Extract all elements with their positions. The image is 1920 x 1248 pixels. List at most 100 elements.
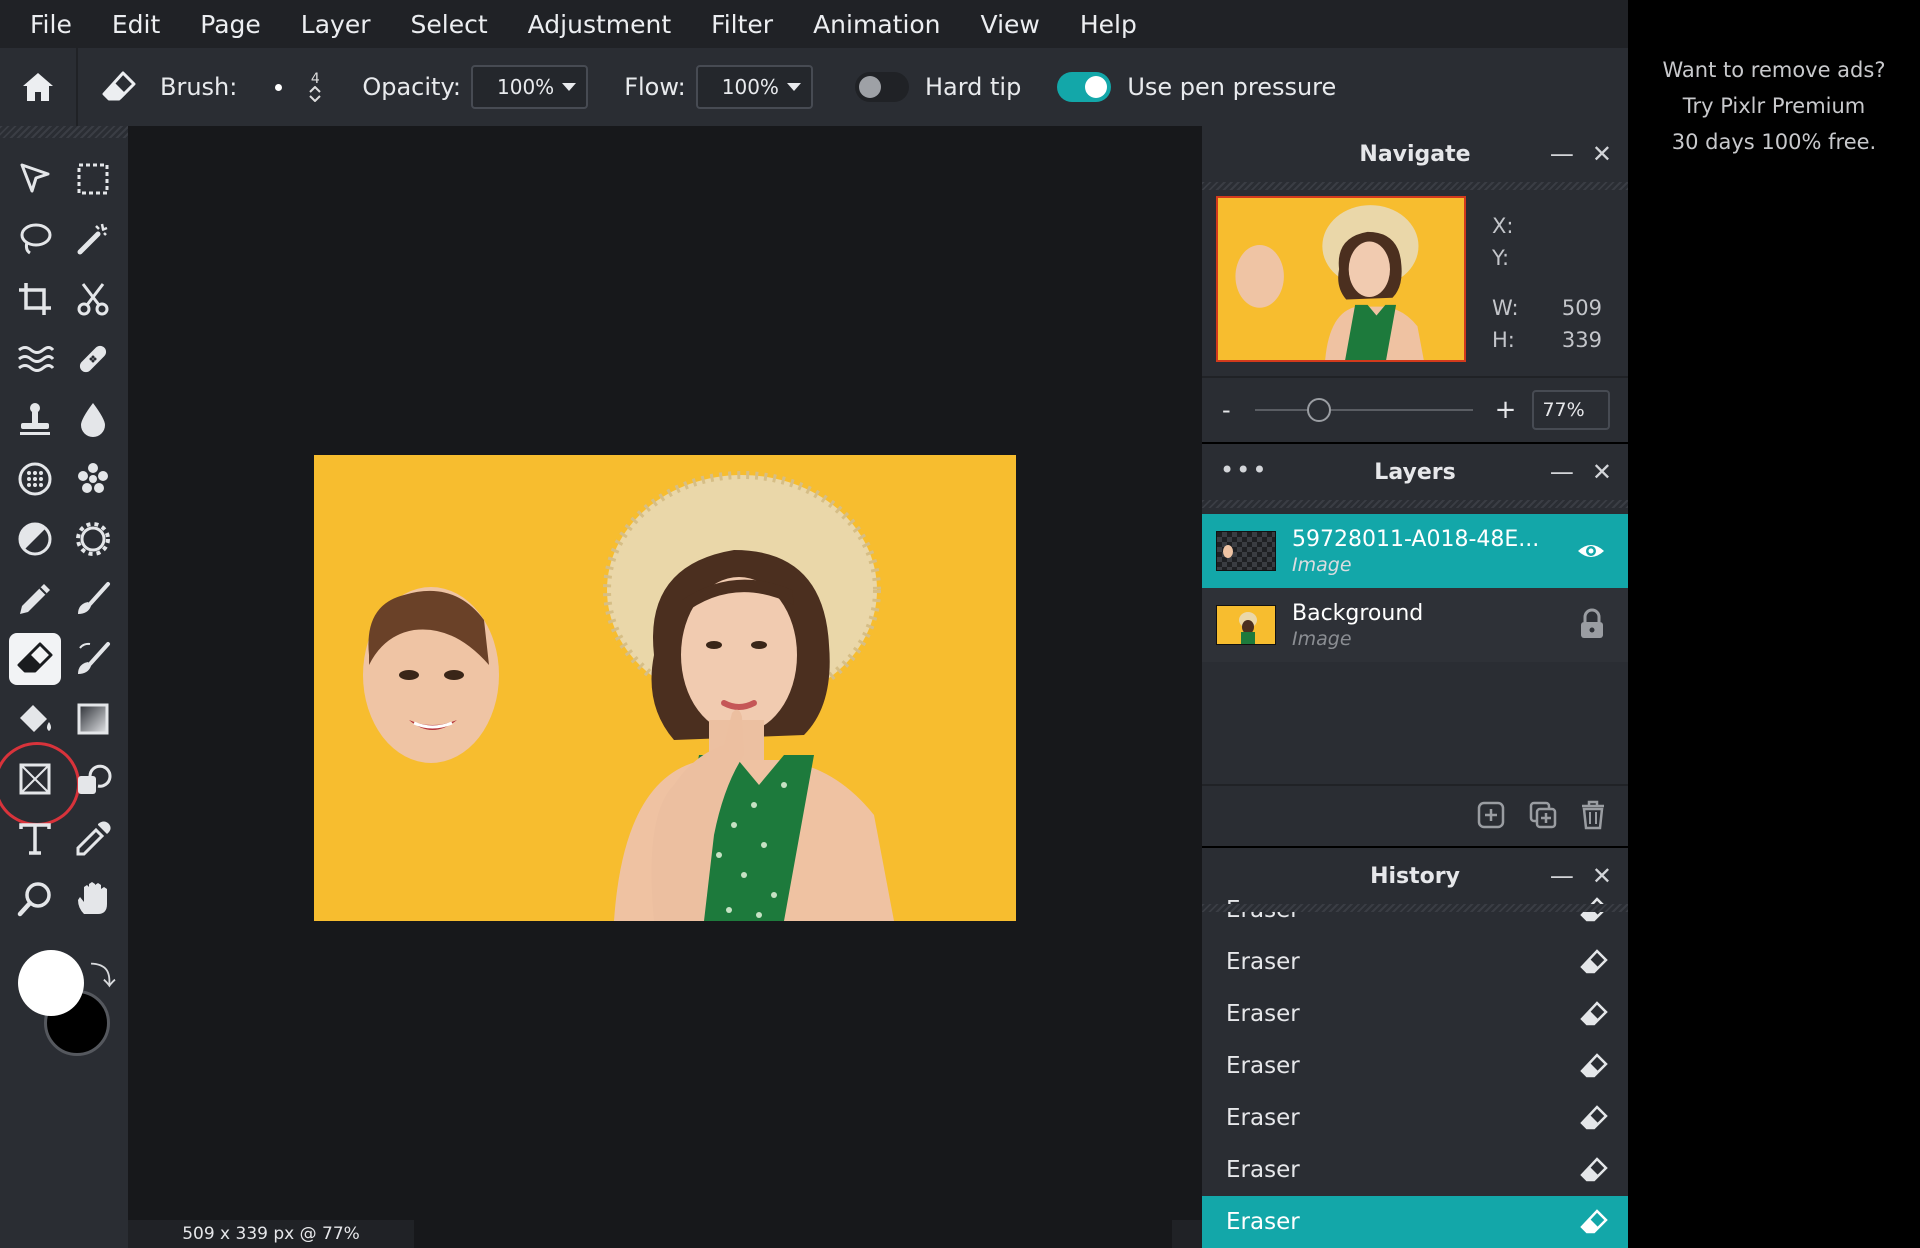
history-item[interactable]: Eraser bbox=[1202, 936, 1628, 988]
zoom-slider-handle[interactable] bbox=[1306, 398, 1331, 422]
chevron-down-icon bbox=[786, 83, 801, 91]
menu-edit[interactable]: Edit bbox=[112, 10, 160, 39]
dodge-burn-icon bbox=[18, 522, 52, 556]
text-tool[interactable] bbox=[9, 813, 61, 865]
bandage-icon bbox=[79, 345, 107, 373]
menu-help[interactable]: Help bbox=[1080, 10, 1137, 39]
magic-wand-icon bbox=[77, 223, 108, 255]
zoom-input[interactable]: 77% bbox=[1532, 390, 1611, 430]
clone-stamp-tool[interactable] bbox=[9, 393, 61, 445]
zoom-out-button[interactable]: - bbox=[1222, 396, 1231, 424]
history-item-current[interactable]: Eraser bbox=[1202, 1196, 1628, 1248]
canvas-image[interactable] bbox=[314, 455, 1016, 921]
gradient-tool[interactable] bbox=[67, 693, 119, 745]
eraser-tool[interactable] bbox=[9, 633, 61, 685]
foreground-color-swatch[interactable] bbox=[18, 950, 84, 1016]
heal-tool[interactable] bbox=[67, 333, 119, 385]
navigator-thumbnail[interactable] bbox=[1216, 196, 1466, 362]
layer-name: Background bbox=[1292, 600, 1424, 626]
liquify-tool[interactable] bbox=[9, 333, 61, 385]
fill-tool[interactable] bbox=[9, 693, 61, 745]
trash-icon[interactable] bbox=[1580, 800, 1606, 834]
menu-filter[interactable]: Filter bbox=[711, 10, 773, 39]
eye-icon[interactable] bbox=[1576, 536, 1606, 570]
navigator-preview-image bbox=[1218, 198, 1464, 360]
magic-wand-tool[interactable] bbox=[67, 213, 119, 265]
history-item[interactable]: Eraser bbox=[1202, 1092, 1628, 1144]
pen-pressure-toggle[interactable] bbox=[1057, 72, 1112, 102]
close-icon[interactable]: ✕ bbox=[1592, 140, 1612, 168]
shapes-icon bbox=[78, 764, 112, 794]
swap-colors-icon[interactable]: ⤵ bbox=[90, 956, 116, 993]
menu-select[interactable]: Select bbox=[411, 10, 488, 39]
menu-file[interactable]: File bbox=[30, 10, 72, 39]
panel-grip[interactable] bbox=[0, 126, 128, 138]
panel-grip[interactable] bbox=[1202, 904, 1628, 912]
ad-line-2[interactable]: Try Pixlr Premium bbox=[1628, 88, 1920, 124]
flow-dropdown[interactable]: 100% bbox=[695, 65, 813, 109]
pencil-tool[interactable] bbox=[9, 573, 61, 625]
menu-animation[interactable]: Animation bbox=[813, 10, 940, 39]
eraser-icon bbox=[1580, 1104, 1608, 1138]
smudge-tool[interactable] bbox=[67, 453, 119, 505]
shape-tool[interactable] bbox=[9, 753, 61, 805]
history-item[interactable]: Eraser bbox=[1202, 1144, 1628, 1196]
duplicate-layer-icon[interactable] bbox=[1528, 800, 1558, 834]
brush-size-stepper[interactable]: 4 bbox=[308, 72, 322, 102]
zoom-slider[interactable] bbox=[1254, 398, 1473, 422]
hand-icon bbox=[78, 882, 107, 914]
hard-tip-label: Hard tip bbox=[924, 73, 1022, 101]
smudge-icon bbox=[78, 463, 108, 493]
brush-tool[interactable] bbox=[67, 573, 119, 625]
status-bar-end bbox=[1172, 1220, 1202, 1248]
tool-panel: ⤵ bbox=[0, 126, 128, 1248]
color-replace-tool[interactable] bbox=[67, 633, 119, 685]
zoom-in-button[interactable]: + bbox=[1495, 395, 1517, 425]
sponge-tool[interactable] bbox=[9, 453, 61, 505]
marquee-tool[interactable] bbox=[67, 153, 119, 205]
history-item[interactable]: Eraser bbox=[1202, 1040, 1628, 1092]
image-size-readout: 509 x 339 px @ 77% bbox=[182, 1224, 360, 1244]
lock-icon[interactable] bbox=[1578, 608, 1606, 644]
hand-tool[interactable] bbox=[67, 873, 119, 925]
home-icon bbox=[23, 73, 53, 101]
menu-layer[interactable]: Layer bbox=[301, 10, 371, 39]
blur-tool[interactable] bbox=[67, 393, 119, 445]
filter-tool[interactable] bbox=[67, 513, 119, 565]
magnifier-icon bbox=[17, 882, 51, 917]
eyedropper-tool[interactable] bbox=[67, 813, 119, 865]
menu-page[interactable]: Page bbox=[200, 10, 261, 39]
flow-label: Flow: bbox=[624, 73, 686, 101]
history-item[interactable]: Eraser bbox=[1202, 988, 1628, 1040]
opacity-dropdown[interactable]: 100% bbox=[471, 65, 589, 109]
panel-grip[interactable] bbox=[1202, 500, 1628, 508]
dodge-burn-tool[interactable] bbox=[9, 513, 61, 565]
lasso-tool[interactable] bbox=[9, 213, 61, 265]
history-panel: History — ✕ Eraser Eraser Eraser Eraser … bbox=[1202, 848, 1628, 1248]
menu-adjustment[interactable]: Adjustment bbox=[528, 10, 672, 39]
close-icon[interactable]: ✕ bbox=[1592, 458, 1612, 486]
minimize-icon[interactable]: — bbox=[1550, 458, 1574, 486]
w-label: W: bbox=[1492, 296, 1519, 320]
crop-tool[interactable] bbox=[9, 273, 61, 325]
lasso-icon bbox=[20, 223, 52, 255]
canvas-workspace[interactable] bbox=[128, 126, 1202, 1248]
flow-value: 100% bbox=[721, 75, 779, 99]
more-options-icon[interactable]: ••• bbox=[1220, 456, 1268, 484]
menu-view[interactable]: View bbox=[981, 10, 1040, 39]
layer-row[interactable]: 59728011-A018-48E... Image bbox=[1202, 514, 1628, 588]
home-button[interactable] bbox=[0, 48, 76, 126]
zoom-tool[interactable] bbox=[9, 873, 61, 925]
brush-preview[interactable] bbox=[275, 83, 283, 91]
brush-icon bbox=[78, 582, 110, 614]
layer-row[interactable]: Background Image bbox=[1202, 588, 1628, 662]
minimize-icon[interactable]: — bbox=[1550, 140, 1574, 168]
add-layer-icon[interactable] bbox=[1476, 800, 1506, 834]
draw-tool[interactable] bbox=[67, 753, 119, 805]
gradient-icon bbox=[77, 703, 109, 735]
cutout-tool[interactable] bbox=[67, 273, 119, 325]
opacity-value: 100% bbox=[497, 75, 555, 99]
panel-grip[interactable] bbox=[1202, 182, 1628, 190]
hard-tip-toggle[interactable] bbox=[854, 72, 909, 102]
arrange-tool[interactable] bbox=[9, 153, 61, 205]
